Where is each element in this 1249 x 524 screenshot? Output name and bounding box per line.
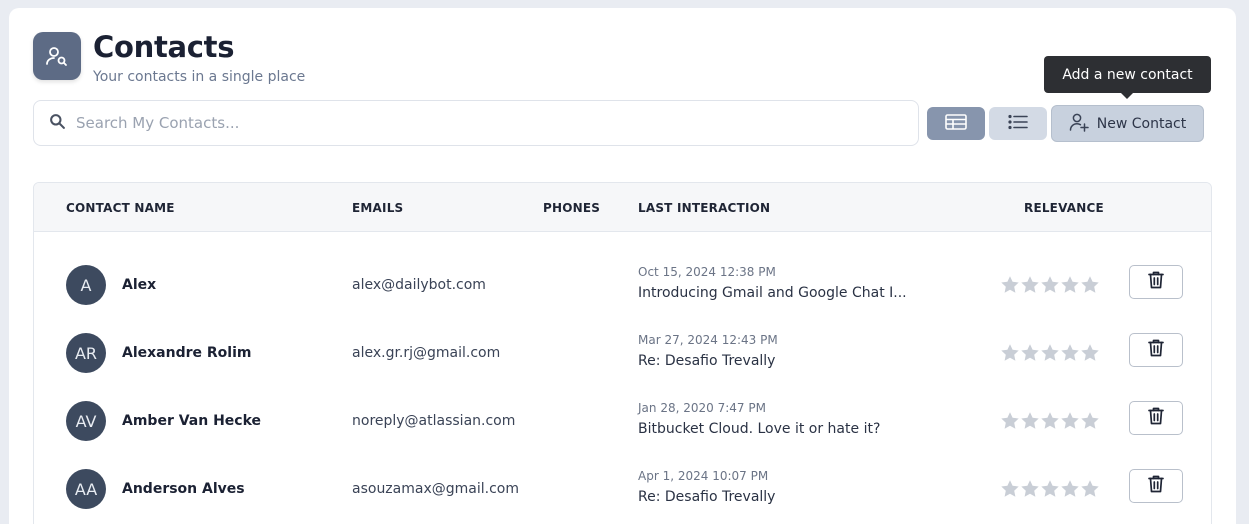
- table-row[interactable]: AR Alexandre Rolim alex.gr.rj@gmail.com …: [34, 319, 1211, 387]
- contacts-panel: Contacts Your contacts in a single place: [9, 8, 1236, 524]
- star-icon[interactable]: [1000, 479, 1020, 499]
- trash-icon: [1147, 406, 1165, 430]
- star-icon[interactable]: [1020, 343, 1040, 363]
- contact-name[interactable]: Alexandre Rolim: [122, 345, 251, 361]
- star-icon[interactable]: [1080, 411, 1100, 431]
- contact-name[interactable]: Alex: [122, 277, 156, 293]
- table-row[interactable]: A Alex alex@dailybot.com Oct 15, 2024 12…: [34, 251, 1211, 319]
- last-interaction-subject[interactable]: Introducing Gmail and Google Chat I...: [638, 285, 918, 301]
- star-icon[interactable]: [1060, 343, 1080, 363]
- list-view-icon: [1008, 114, 1028, 134]
- search-box[interactable]: [33, 100, 919, 146]
- contact-email[interactable]: alex@dailybot.com: [352, 277, 486, 293]
- search-icon: [49, 113, 66, 134]
- star-icon[interactable]: [1060, 275, 1080, 295]
- table-row[interactable]: AV Amber Van Hecke noreply@atlassian.com…: [34, 387, 1211, 455]
- avatar-initials: AR: [74, 343, 98, 363]
- contact-name[interactable]: Anderson Alves: [122, 481, 245, 497]
- contacts-table: CONTACT NAME EMAILS PHONES LAST INTERACT…: [33, 182, 1212, 524]
- avatar: A: [66, 265, 106, 305]
- avatar-initials: A: [80, 275, 92, 295]
- star-icon[interactable]: [1040, 275, 1060, 295]
- column-header-last-interaction[interactable]: LAST INTERACTION: [638, 201, 770, 215]
- search-input[interactable]: [76, 114, 876, 132]
- table-view-icon: [945, 113, 967, 134]
- new-contact-label: New Contact: [1096, 115, 1187, 132]
- avatar-initials: AA: [74, 479, 98, 499]
- star-icon[interactable]: [1080, 275, 1100, 295]
- delete-button[interactable]: [1129, 469, 1183, 503]
- new-contact-tooltip: Add a new contact: [1044, 56, 1211, 99]
- avatar: AV: [66, 401, 106, 441]
- last-interaction-subject[interactable]: Bitbucket Cloud. Love it or hate it?: [638, 421, 918, 437]
- relevance-rating[interactable]: [1000, 411, 1100, 431]
- page-title: Contacts: [93, 30, 235, 64]
- star-icon[interactable]: [1060, 479, 1080, 499]
- column-header-emails[interactable]: EMAILS: [352, 201, 403, 215]
- table-row[interactable]: AA Anderson Alves asouzamax@gmail.com Ap…: [34, 455, 1211, 523]
- contact-search-icon: [33, 32, 81, 80]
- star-icon[interactable]: [1020, 275, 1040, 295]
- column-header-relevance[interactable]: RELEVANCE: [1024, 201, 1104, 215]
- star-icon[interactable]: [1080, 479, 1100, 499]
- page-subtitle: Your contacts in a single place: [93, 69, 306, 85]
- relevance-rating[interactable]: [1000, 479, 1100, 499]
- last-interaction-date: Oct 15, 2024 12:38 PM: [638, 265, 776, 279]
- last-interaction-subject[interactable]: Re: Desafio Trevally: [638, 353, 918, 369]
- avatar: AR: [66, 333, 106, 373]
- avatar: AA: [66, 469, 106, 509]
- star-icon[interactable]: [1000, 411, 1020, 431]
- star-icon[interactable]: [1040, 411, 1060, 431]
- delete-button[interactable]: [1129, 333, 1183, 367]
- avatar-initials: AV: [75, 411, 97, 431]
- last-interaction-date: Mar 27, 2024 12:43 PM: [638, 333, 778, 347]
- delete-button[interactable]: [1129, 401, 1183, 435]
- star-icon[interactable]: [1000, 275, 1020, 295]
- last-interaction-subject[interactable]: Re: Desafio Trevally: [638, 489, 918, 505]
- contact-name[interactable]: Amber Van Hecke: [122, 413, 261, 429]
- new-contact-button[interactable]: New Contact: [1051, 105, 1204, 142]
- last-interaction-date: Apr 1, 2024 10:07 PM: [638, 469, 769, 483]
- star-icon[interactable]: [1060, 411, 1080, 431]
- add-user-icon: [1069, 112, 1089, 136]
- trash-icon: [1147, 270, 1165, 294]
- trash-icon: [1147, 338, 1165, 362]
- relevance-rating[interactable]: [1000, 275, 1100, 295]
- star-icon[interactable]: [1020, 411, 1040, 431]
- table-view-button[interactable]: [927, 107, 985, 140]
- last-interaction-date: Jan 28, 2020 7:47 PM: [638, 401, 766, 415]
- contact-email[interactable]: asouzamax@gmail.com: [352, 481, 519, 497]
- table-header: CONTACT NAME EMAILS PHONES LAST INTERACT…: [34, 183, 1211, 232]
- list-view-button[interactable]: [989, 107, 1047, 140]
- star-icon[interactable]: [1040, 479, 1060, 499]
- star-icon[interactable]: [1080, 343, 1100, 363]
- column-header-contact-name[interactable]: CONTACT NAME: [66, 201, 175, 215]
- star-icon[interactable]: [1000, 343, 1020, 363]
- star-icon[interactable]: [1020, 479, 1040, 499]
- delete-button[interactable]: [1129, 265, 1183, 299]
- trash-icon: [1147, 474, 1165, 498]
- contact-email[interactable]: noreply@atlassian.com: [352, 413, 515, 429]
- relevance-rating[interactable]: [1000, 343, 1100, 363]
- star-icon[interactable]: [1040, 343, 1060, 363]
- column-header-phones[interactable]: PHONES: [543, 201, 600, 215]
- contact-email[interactable]: alex.gr.rj@gmail.com: [352, 345, 500, 361]
